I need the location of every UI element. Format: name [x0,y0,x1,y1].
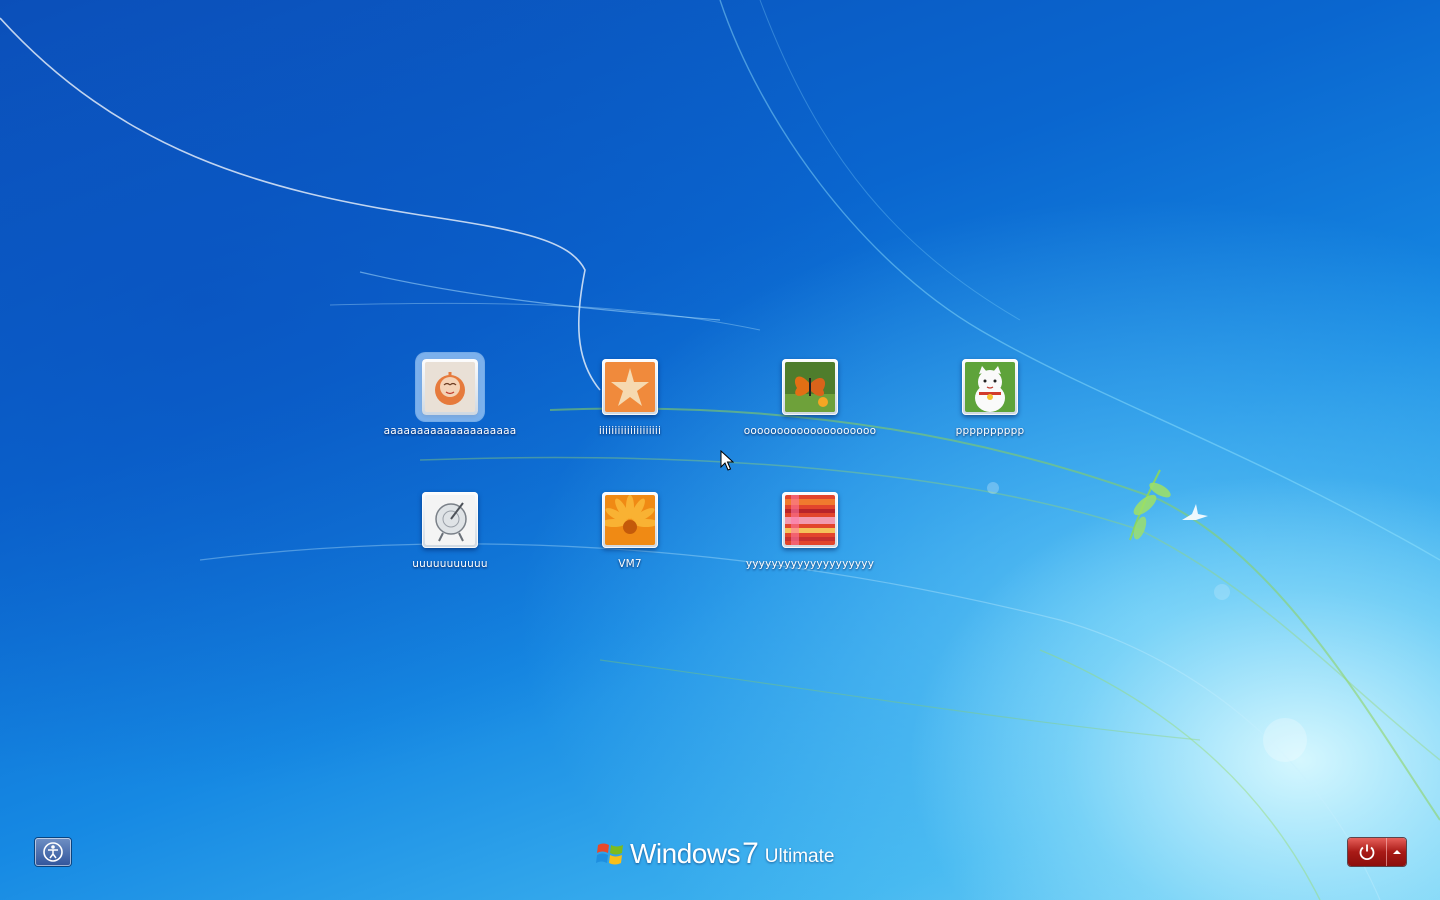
user-tile[interactable]: VM7 [550,490,710,590]
orange-chick-picture [425,362,475,412]
starfish-picture [605,362,655,412]
triangle-up-icon [1392,850,1401,854]
user-picture-frame [422,359,478,415]
user-tile[interactable]: uuuuuuuuuuu [370,490,530,590]
user-tile[interactable]: pppppppppp [910,357,1070,457]
brand-edition: Ultimate [764,846,835,867]
user-name: pppppppppp [955,425,1025,437]
power-icon [1359,844,1375,861]
mouse-cursor-icon [720,450,734,471]
user-tile[interactable]: iiiiiiiiiiiiiiiiiiii [550,357,710,457]
windows-flag-logo [596,843,623,865]
user-name: aaaaaaaaaaaaaaaaaaaa [383,425,517,437]
orange-flower-picture [605,495,655,545]
user-name: oooooooooooooooooooo [743,425,877,437]
lucky-cat-picture [965,362,1015,412]
user-picture-frame [962,359,1018,415]
user-picture-frame [422,492,478,548]
user-name: uuuuuuuuuuu [412,558,488,570]
user-name: iiiiiiiiiiiiiiiiiiii [598,425,662,437]
windows-branding: Windows 7 Ultimate [596,836,834,872]
shutdown-control [1348,838,1406,866]
user-tile[interactable]: yyyyyyyyyyyyyyyyyyyy [730,490,890,590]
ease-of-access-icon [43,842,63,862]
user-picture-frame [602,359,658,415]
striped-fabric-picture [785,495,835,545]
user-tile[interactable]: aaaaaaaaaaaaaaaaaaaa [370,357,530,457]
user-picture-frame [782,359,838,415]
shutdown-options-button[interactable] [1387,838,1406,866]
brand-name: Windows [630,838,741,869]
shutdown-button[interactable] [1348,838,1387,866]
user-name: VM7 [618,558,642,570]
user-tile[interactable]: oooooooooooooooooooo [730,357,890,457]
user-picture-frame [782,492,838,548]
user-picture-frame [602,492,658,548]
ease-of-access-button[interactable] [35,838,71,866]
user-name: yyyyyyyyyyyyyyyyyyyy [745,558,875,570]
brand-version: 7 [742,837,759,870]
butterfly-picture [785,362,835,412]
satellite-dish-picture [425,495,475,545]
leaf-bird-decoration [1129,469,1208,541]
